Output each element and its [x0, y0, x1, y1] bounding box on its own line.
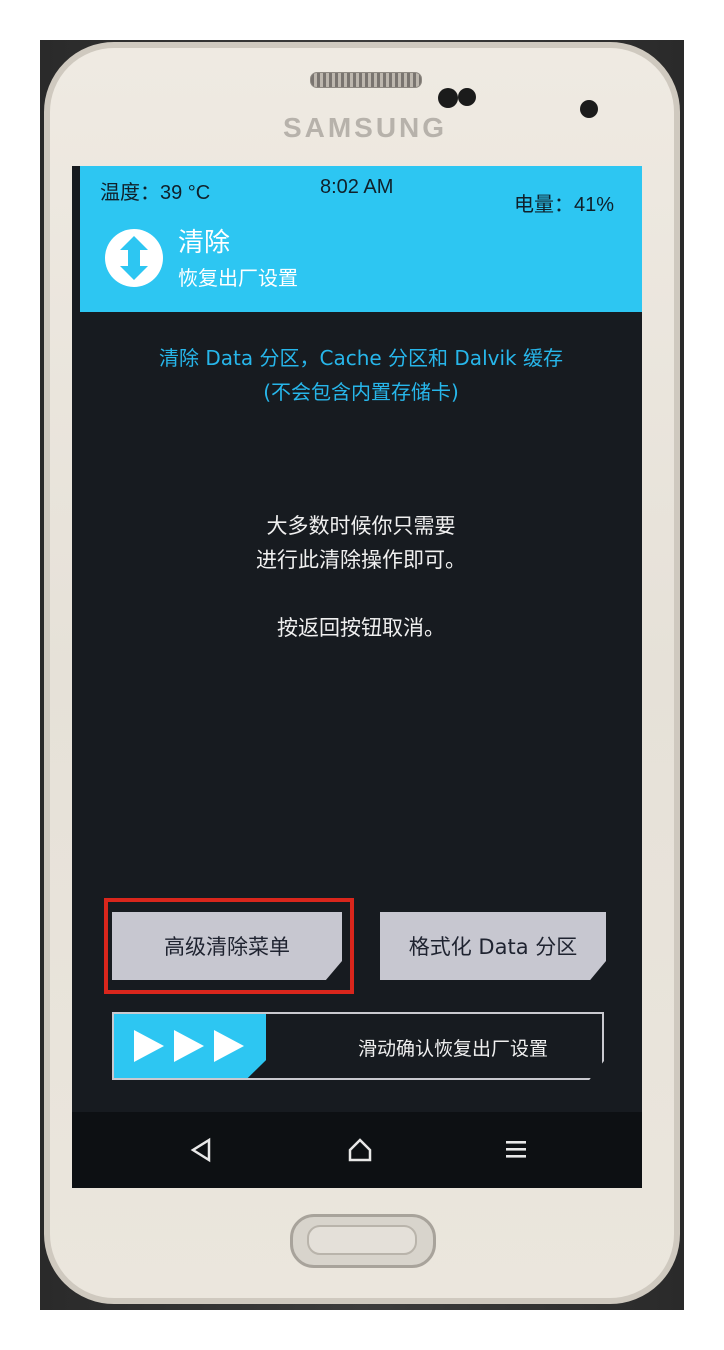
page-title: 清除	[178, 228, 231, 258]
front-camera	[438, 88, 458, 108]
factory-reset-slider[interactable]: 滑动确认恢复出厂设置	[112, 1012, 604, 1080]
slider-label: 滑动确认恢复出厂设置	[358, 1038, 549, 1060]
twrp-logo-icon	[105, 229, 163, 287]
phone-screen: 温度：39 °C 8:02 AM 电量：41% 清除 恢复出厂设置 清除 Dat…	[72, 166, 642, 1188]
app-header: 温度：39 °C 8:02 AM 电量：41% 清除 恢复出厂设置	[80, 166, 642, 312]
format-data-button[interactable]: 格式化 Data 分区	[380, 912, 606, 980]
status-temperature: 温度：39 °C	[100, 182, 211, 204]
earpiece-speaker	[310, 72, 422, 88]
slider-handle[interactable]	[114, 1014, 266, 1078]
highlight-box	[104, 898, 354, 994]
message-line-3: 按返回按钮取消。	[277, 616, 445, 640]
menu-lines-icon	[506, 1141, 526, 1158]
wipe-info-text: 清除 Data 分区，Cache 分区和 Dalvik 缓存	[159, 346, 563, 370]
triple-arrow-icon	[134, 1030, 244, 1062]
message-line-1: 大多数时候你只需要	[266, 514, 456, 538]
back-triangle-icon	[190, 1137, 211, 1163]
proximity-sensor	[458, 88, 476, 106]
brand-logo: SAMSUNG	[282, 112, 448, 143]
page-subtitle: 恢复出厂设置	[178, 266, 298, 290]
status-battery: 电量：41%	[513, 194, 614, 216]
home-key-inner	[307, 1225, 417, 1255]
navigation-bar	[72, 1112, 642, 1188]
menu-button[interactable]	[496, 1130, 536, 1170]
light-sensor	[580, 100, 598, 118]
back-button[interactable]	[182, 1130, 222, 1170]
physical-home-key[interactable]	[290, 1214, 436, 1268]
home-button[interactable]	[340, 1130, 380, 1170]
message-line-2: 进行此清除操作即可。	[256, 548, 466, 572]
wipe-info-note: (不会包含内置存储卡)	[263, 380, 459, 404]
status-time: 8:02 AM	[320, 176, 394, 198]
home-icon	[348, 1138, 372, 1162]
